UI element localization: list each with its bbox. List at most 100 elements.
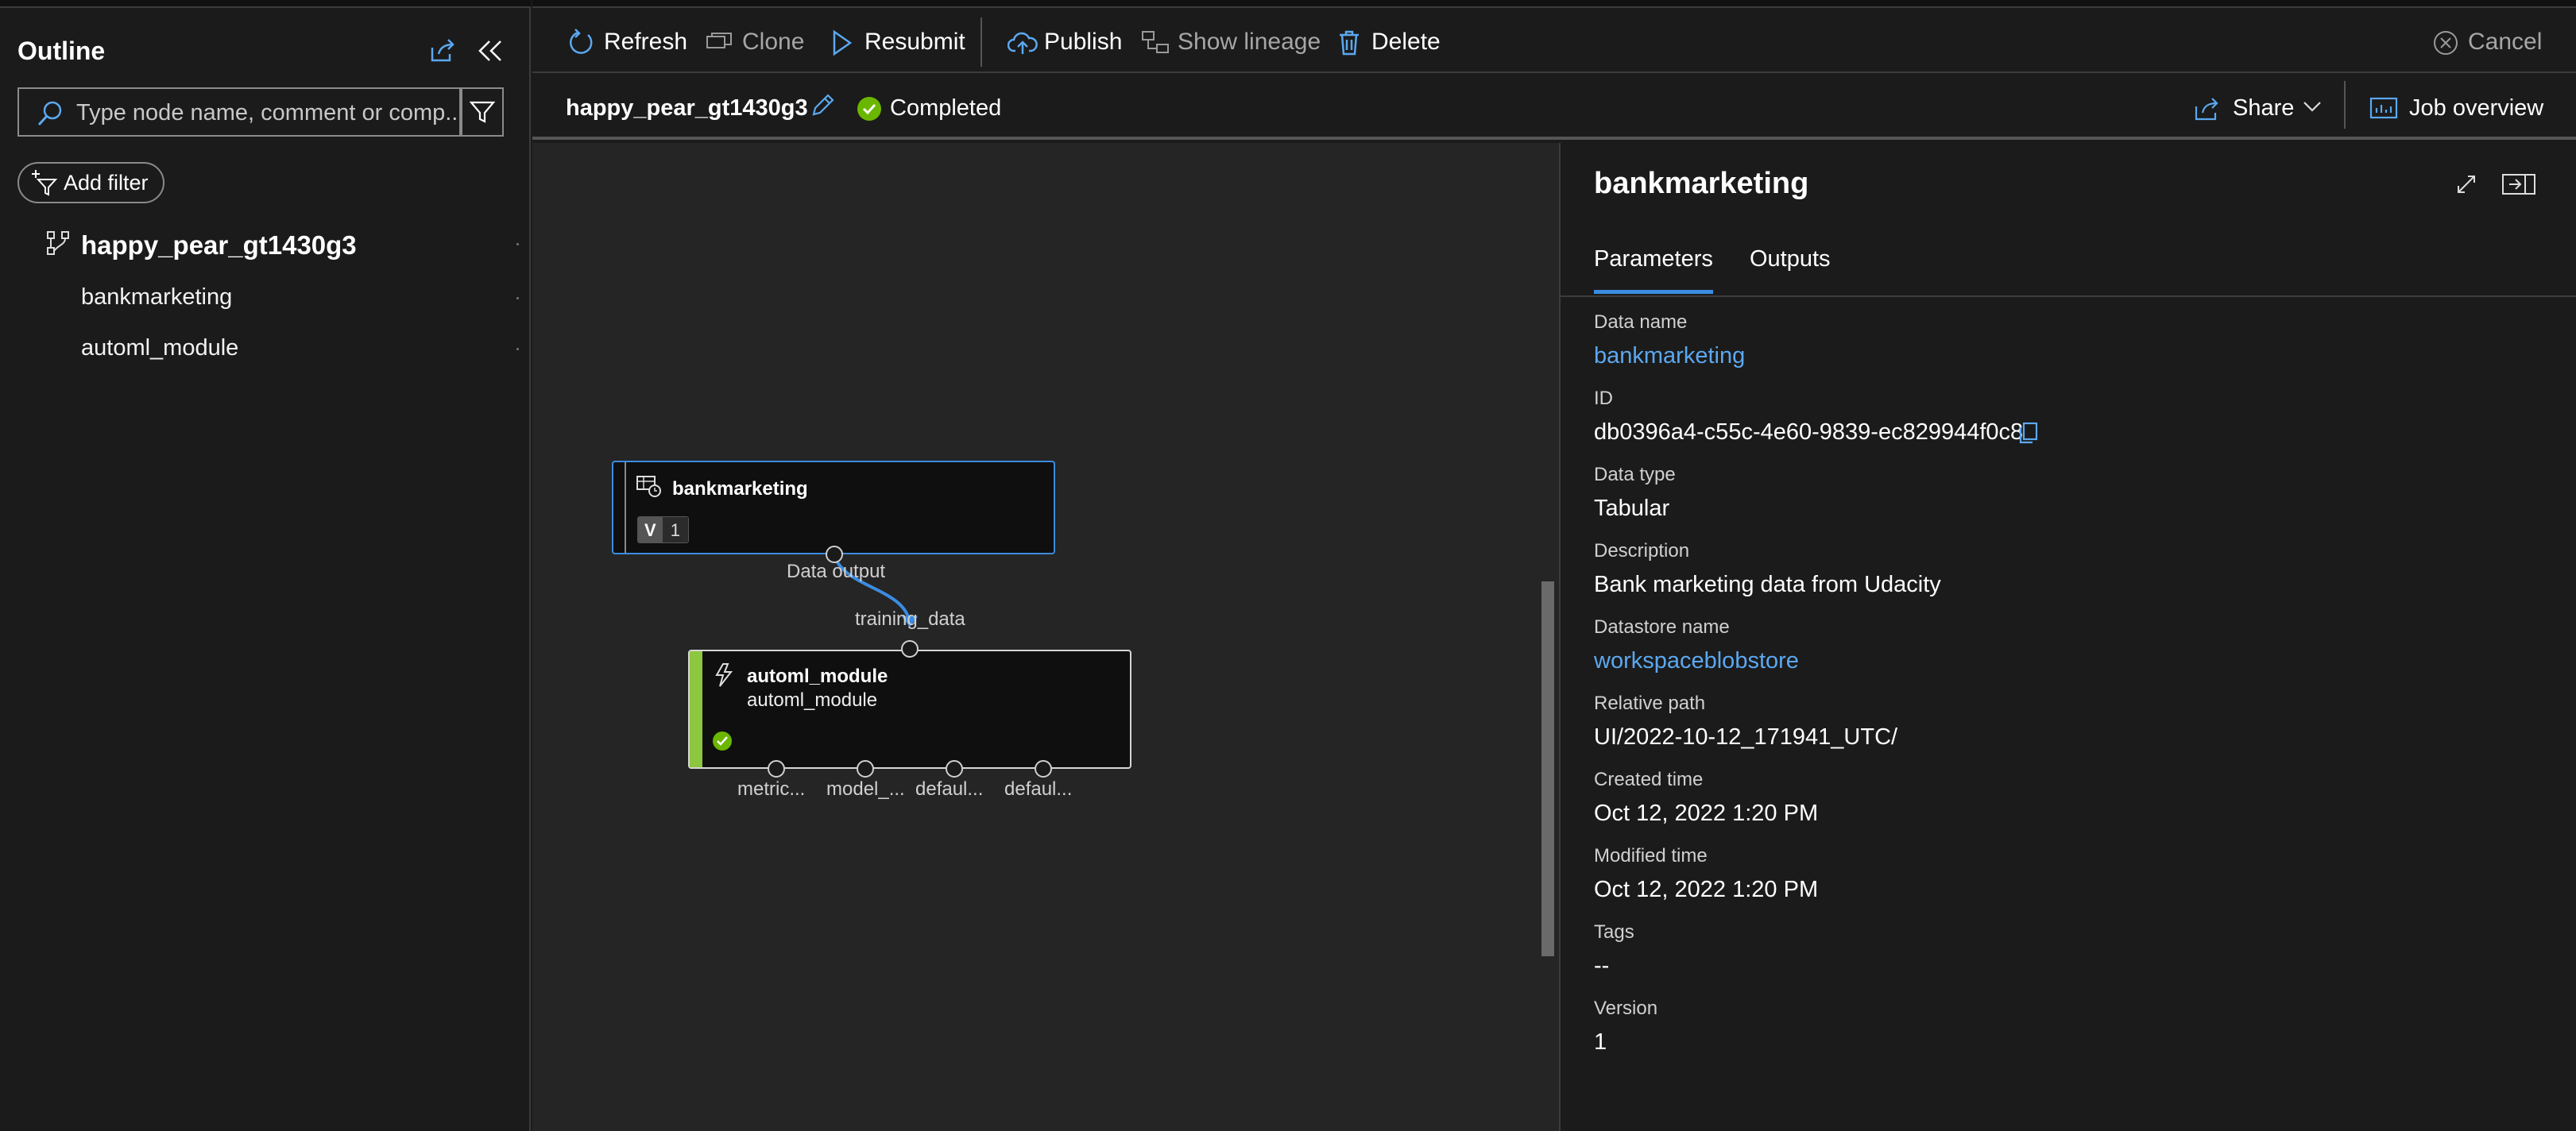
field-value-modified-time: Oct 12, 2022 1:20 PM	[1594, 877, 1819, 902]
port-label-metrics: metric...	[737, 778, 806, 800]
field-label-created-time: Created time	[1594, 769, 1704, 790]
cloud-upload-icon	[1008, 32, 1038, 54]
top-border	[532, 0, 2576, 8]
field-label-id: ID	[1594, 388, 1613, 409]
copy-icon[interactable]	[2017, 421, 2040, 445]
chevron-down-icon	[2303, 102, 2321, 112]
node-subtitle: automl_module	[747, 689, 878, 711]
check-circle-icon	[857, 97, 881, 121]
share-label: Share	[2233, 95, 2295, 121]
output-port[interactable]	[857, 760, 874, 778]
field-value-version: 1	[1594, 1029, 1607, 1055]
toolbar-divider	[981, 17, 982, 67]
tree-dot	[516, 243, 519, 245]
edit-icon[interactable]	[809, 92, 836, 119]
export-icon[interactable]	[426, 35, 458, 67]
add-filter-label: Add filter	[64, 171, 149, 195]
field-label-version: Version	[1594, 998, 1658, 1019]
field-value-tags: --	[1594, 953, 1610, 979]
module-icon	[715, 663, 733, 687]
job-name: happy_pear_gt1430g3	[566, 95, 808, 121]
status-stripe	[690, 651, 702, 767]
tree-dot	[516, 348, 519, 350]
field-label-relative-path: Relative path	[1594, 693, 1706, 714]
play-icon	[833, 29, 853, 56]
add-filter-button[interactable]: Add filter	[17, 162, 164, 203]
node-automl-module[interactable]: automl_module automl_module	[688, 650, 1131, 769]
port-label-model: model_...	[826, 778, 905, 800]
cancel-label: Cancel	[2468, 29, 2543, 55]
pipeline-icon	[47, 231, 69, 255]
tree-root-label: happy_pear_gt1430g3	[81, 230, 357, 260]
clone-label: Clone	[742, 29, 805, 55]
details-panel: bankmarketing Parameters Outputs Data na…	[1559, 143, 2576, 1131]
port-label-default-1: defaul...	[915, 778, 984, 800]
trash-icon	[1340, 30, 1359, 56]
field-label-data-name: Data name	[1594, 311, 1688, 333]
tab-outputs[interactable]: Outputs	[1750, 246, 1831, 294]
dataset-icon	[636, 476, 661, 497]
field-label-datastore: Datastore name	[1594, 616, 1730, 638]
node-stripe	[625, 462, 626, 553]
outline-title: Outline	[17, 37, 106, 65]
success-icon	[713, 731, 732, 751]
port-label-training-data: training_data	[855, 608, 965, 630]
filter-button[interactable]	[461, 87, 504, 137]
canvas-scrollbar[interactable]	[1541, 581, 1554, 956]
output-port[interactable]	[946, 760, 963, 778]
refresh-icon	[570, 29, 593, 54]
collapse-icon[interactable]	[475, 35, 507, 67]
clone-icon	[706, 33, 732, 48]
field-label-data-type: Data type	[1594, 464, 1676, 485]
search-icon	[37, 101, 62, 126]
share-icon	[2195, 98, 2218, 121]
dock-panel-icon[interactable]	[2501, 172, 2536, 197]
field-label-tags: Tags	[1594, 921, 1634, 943]
connection-edge	[833, 554, 918, 627]
search-box[interactable]	[17, 87, 461, 137]
details-title: bankmarketing	[1594, 167, 1809, 200]
search-input[interactable]	[76, 95, 458, 130]
node-title: automl_module	[747, 666, 888, 687]
refresh-label: Refresh	[604, 29, 688, 55]
top-border	[0, 0, 531, 8]
status-label: Completed	[890, 95, 1002, 121]
port-label-default-2: defaul...	[1004, 778, 1073, 800]
tab-parameters[interactable]: Parameters	[1594, 246, 1713, 294]
input-port[interactable]	[901, 640, 919, 658]
pipeline-canvas[interactable]: bankmarketing V 1 Data output training_d…	[532, 143, 1559, 1131]
version-badge: V 1	[637, 516, 689, 543]
job-header: happy_pear_gt1430g3 Completed Share Job …	[532, 75, 2576, 140]
output-port[interactable]	[1035, 760, 1052, 778]
output-port[interactable]	[768, 760, 785, 778]
node-bankmarketing[interactable]: bankmarketing V 1	[612, 461, 1055, 554]
field-value-data-type: Tabular	[1594, 496, 1670, 521]
lineage-icon	[1142, 31, 1169, 53]
field-label-description: Description	[1594, 540, 1690, 562]
field-value-id: db0396a4-c55c-4e60-9839-ec829944f0c8	[1594, 419, 2024, 445]
delete-label: Delete	[1371, 29, 1441, 55]
port-label-data-output: Data output	[787, 561, 886, 582]
field-value-data-name[interactable]: bankmarketing	[1594, 343, 1745, 369]
publish-label: Publish	[1044, 29, 1123, 55]
tree-dot	[516, 297, 519, 299]
cancel-icon	[2434, 31, 2458, 55]
tree-item-automl-module[interactable]: automl_module	[81, 335, 238, 361]
tree-item-bankmarketing[interactable]: bankmarketing	[81, 284, 232, 311]
show-lineage-label: Show lineage	[1178, 29, 1321, 55]
field-value-datastore[interactable]: workspaceblobstore	[1594, 648, 1799, 674]
job-overview-label: Job overview	[2409, 95, 2544, 121]
version-number: 1	[662, 517, 688, 542]
version-prefix: V	[638, 517, 663, 542]
resubmit-label: Resubmit	[864, 29, 965, 55]
outline-sidebar: Outline Add filter happy_pear_gt	[0, 0, 531, 1131]
field-value-relative-path: UI/2022-10-12_171941_UTC/	[1594, 724, 1898, 750]
toolbar: Refresh Clone Resubmit Publish Show line…	[532, 0, 2576, 73]
field-label-modified-time: Modified time	[1594, 845, 1708, 867]
add-filter-icon	[32, 170, 58, 196]
expand-icon[interactable]	[2454, 172, 2479, 197]
field-value-description: Bank marketing data from Udacity	[1594, 572, 1941, 597]
dashboard-icon	[2369, 97, 2398, 119]
tabs-divider	[1561, 295, 2576, 297]
field-value-created-time: Oct 12, 2022 1:20 PM	[1594, 801, 1819, 826]
